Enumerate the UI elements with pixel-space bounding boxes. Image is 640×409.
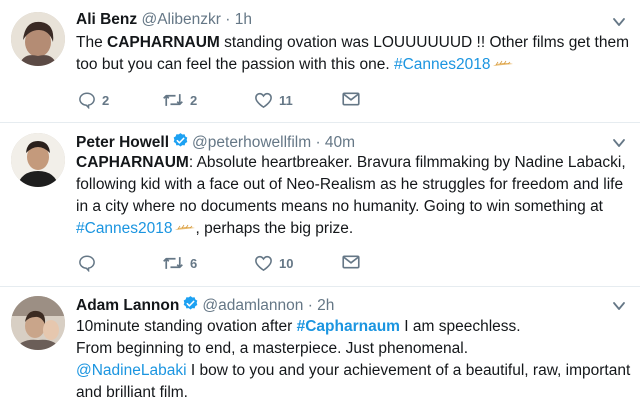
text-span: following kid with a face out of Neo-Rea… xyxy=(76,176,624,193)
palm-leaf-emoji-icon xyxy=(174,224,195,230)
tweet-line: too but you can feel the passion with th… xyxy=(76,54,631,76)
text-span: I am speechless. xyxy=(399,318,521,335)
reply-button[interactable] xyxy=(78,254,102,272)
tweet-line: 10minute standing ovation after #Capharn… xyxy=(76,316,631,338)
like-count: 10 xyxy=(279,255,294,271)
user-handle[interactable]: @Alibenzkr xyxy=(141,11,220,28)
hashtag-link[interactable]: #Cannes2018 xyxy=(394,56,491,73)
reply-icon xyxy=(79,92,95,109)
tweet-line: #Cannes2018 , perhaps the big prize. xyxy=(76,218,631,240)
like-button[interactable]: 11 xyxy=(254,91,293,109)
like-count: 11 xyxy=(279,92,293,108)
text-span: in a city where no documents means no hu… xyxy=(76,198,603,215)
text-span: I bow to you and your achievement of a b… xyxy=(186,362,631,379)
retweet-button[interactable]: 2 xyxy=(162,91,197,109)
text-span: and brilliant film. xyxy=(76,384,188,401)
text-span: too but you can feel the passion with th… xyxy=(76,56,394,73)
hashtag-link[interactable]: #Cannes2018 xyxy=(76,220,173,237)
display-name[interactable]: Ali Benz xyxy=(76,11,137,28)
tweet-line: following kid with a face out of Neo-Rea… xyxy=(76,174,631,196)
tweet-1[interactable]: Ali Benz @Alibenzkr · 1h The CAPHARNAUM … xyxy=(0,0,640,122)
hashtag-link[interactable]: #Capharnaum xyxy=(297,318,400,335)
tweet-line: @NadineLabaki I bow to you and your achi… xyxy=(76,360,631,382)
direct-message-button[interactable] xyxy=(342,254,360,270)
retweet-icon xyxy=(163,257,183,269)
text-span: : Absolute heartbreaker. Bravura filmmak… xyxy=(188,154,626,171)
retweet-icon xyxy=(163,94,183,106)
retweet-button[interactable]: 6 xyxy=(162,254,197,272)
tweet-line: The CAPHARNAUM standing ovation was LOUU… xyxy=(76,32,631,54)
retweet-count: 2 xyxy=(190,92,198,108)
tweet-3[interactable]: Adam Lannon @adamlannon · 2h 10minute sta… xyxy=(0,287,640,409)
text-span: The xyxy=(76,34,108,51)
chevron-down-icon[interactable] xyxy=(611,135,627,151)
avatar-peter-howell[interactable] xyxy=(11,133,65,187)
timestamp[interactable]: · 40m xyxy=(315,134,355,151)
tweet-header: Ali Benz @Alibenzkr · 1h xyxy=(76,10,252,30)
timestamp[interactable]: · 1h xyxy=(225,11,252,28)
text-span: , perhaps the big prize. xyxy=(195,220,354,237)
tweet-header: Adam Lannon @adamlannon · 2h xyxy=(76,295,334,316)
heart-icon xyxy=(255,255,272,272)
tweet-2[interactable]: Peter Howell @peterhowellfilm · 40m CAPHA… xyxy=(0,123,640,287)
user-handle[interactable]: @peterhowellfilm xyxy=(192,134,311,151)
tweet-line: in a city where no documents means no hu… xyxy=(76,196,631,218)
tweet-header: Peter Howell @peterhowellfilm · 40m xyxy=(76,132,355,153)
reply-button[interactable]: 2 xyxy=(78,91,109,109)
direct-message-button[interactable] xyxy=(342,91,360,107)
mail-icon xyxy=(342,92,360,106)
mention-link[interactable]: @NadineLabaki xyxy=(76,362,187,379)
chevron-down-icon[interactable] xyxy=(611,298,627,314)
tweet-text: CAPHARNAUM: Absolute heartbreaker. Bravu… xyxy=(76,152,631,240)
text-span: From beginning to end, a masterpiece. Ju… xyxy=(76,340,469,357)
reply-icon xyxy=(79,255,95,272)
text-span: 10minute standing ovation after xyxy=(76,318,297,335)
verified-badge-icon xyxy=(173,133,188,147)
text-span: standing ovation was LOUUUUUUD !! Other … xyxy=(219,34,630,51)
tweet-line: From beginning to end, a masterpiece. Ju… xyxy=(76,338,631,360)
verified-badge-icon xyxy=(184,296,198,310)
heart-icon xyxy=(255,92,272,109)
avatar-ali-benz[interactable] xyxy=(11,12,65,66)
display-name[interactable]: Adam Lannon xyxy=(76,297,179,314)
user-handle[interactable]: @adamlannon xyxy=(202,297,303,314)
display-name[interactable]: Peter Howell xyxy=(76,134,169,151)
tweet-text: The CAPHARNAUM standing ovation was LOUU… xyxy=(76,32,631,76)
palm-leaf-emoji-icon xyxy=(492,60,513,66)
avatar-adam-lannon[interactable] xyxy=(11,296,65,350)
chevron-down-icon[interactable] xyxy=(611,14,627,30)
text-bold: CAPHARNAUM xyxy=(107,34,220,51)
like-button[interactable]: 10 xyxy=(254,254,293,272)
tweet-line: CAPHARNAUM: Absolute heartbreaker. Bravu… xyxy=(76,152,631,174)
timestamp[interactable]: · 2h xyxy=(308,297,335,314)
retweet-count: 6 xyxy=(190,255,198,271)
reply-count: 2 xyxy=(102,92,110,108)
tweet-text: 10minute standing ovation after #Capharn… xyxy=(76,316,631,404)
mail-icon xyxy=(342,255,360,269)
tweet-line: and brilliant film. xyxy=(76,382,631,404)
text-bold: CAPHARNAUM xyxy=(76,154,189,171)
